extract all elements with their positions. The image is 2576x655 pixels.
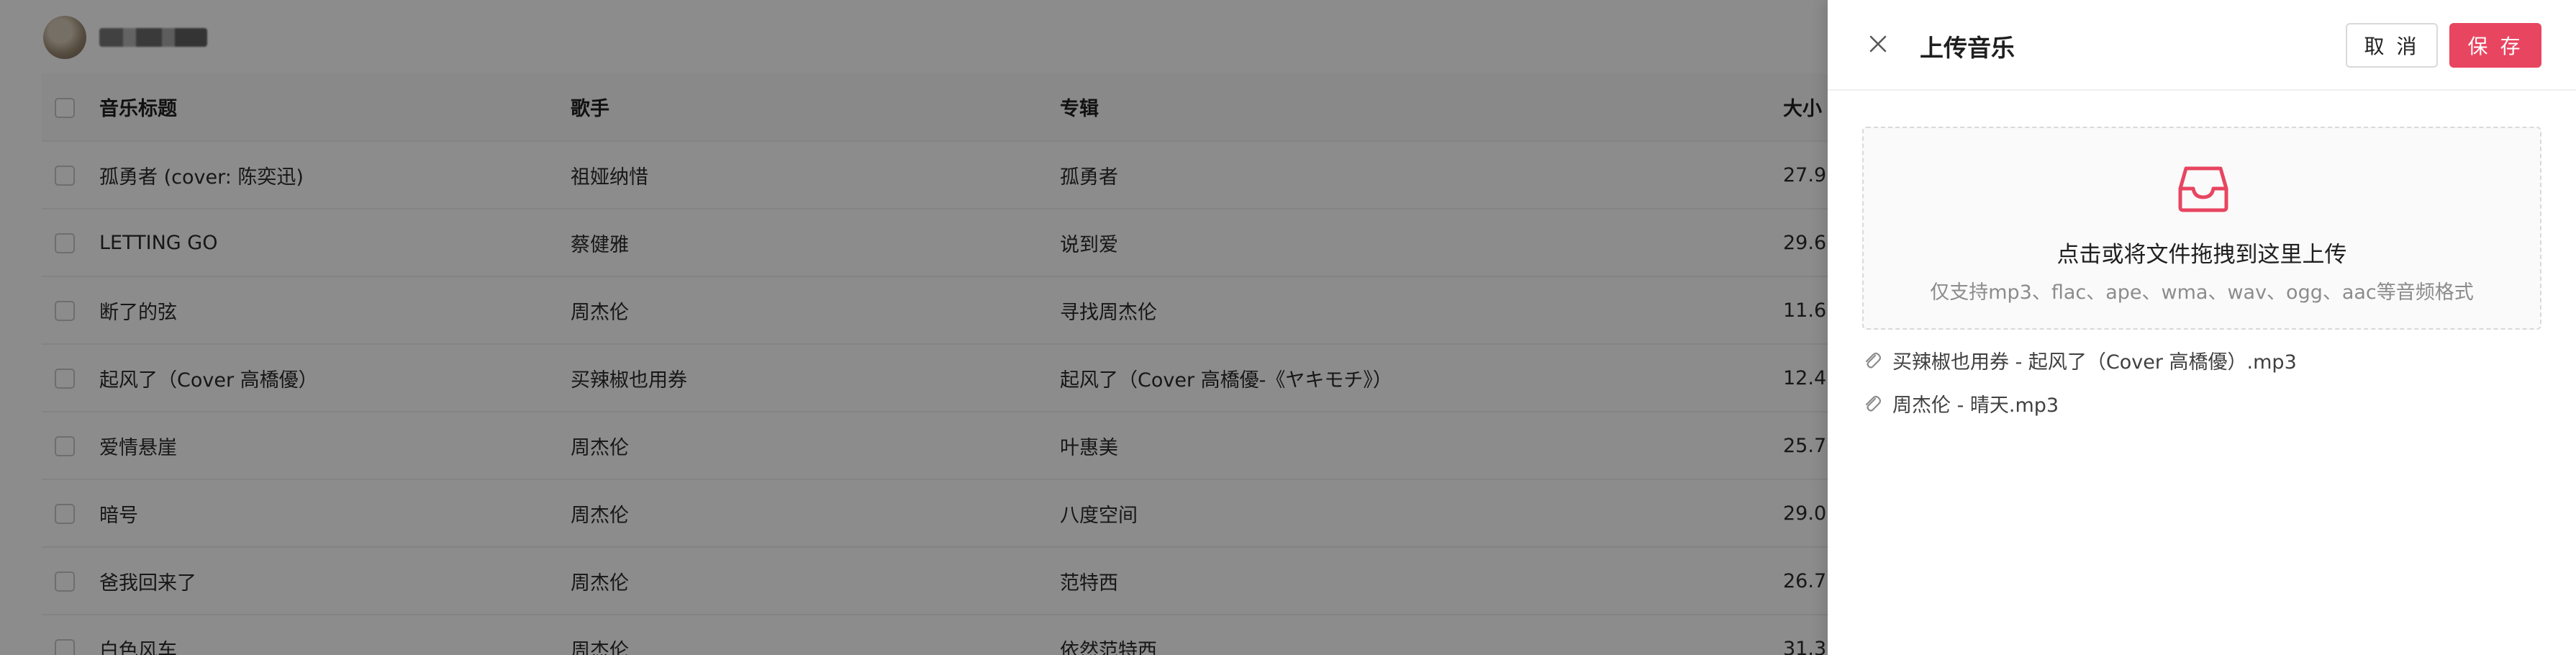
dropzone-hint-text: 仅支持mp3、flac、ape、wma、wav、ogg、aac等音频格式 xyxy=(1930,281,2474,304)
list-item[interactable]: 周杰伦 - 晴天.mp3 xyxy=(1862,381,2541,425)
file-name: 周杰伦 - 晴天.mp3 xyxy=(1892,394,2059,417)
file-name: 买辣椒也用券 - 起风了（Cover 高橋優）.mp3 xyxy=(1892,351,2297,374)
paperclip-icon xyxy=(1865,395,1881,412)
close-icon xyxy=(1869,35,1887,53)
list-item[interactable]: 买辣椒也用券 - 起风了（Cover 高橋優）.mp3 xyxy=(1862,338,2541,381)
close-button[interactable] xyxy=(1865,31,1891,57)
save-button[interactable]: 保 存 xyxy=(2449,23,2541,68)
upload-drawer: 上传音乐 取 消 保 存 点击或将文件拖拽到这里上传 仅支持mp3、flac、a… xyxy=(1828,0,2576,655)
uploaded-file-list: 买辣椒也用券 - 起风了（Cover 高橋優）.mp3 周杰伦 - 晴天.mp3 xyxy=(1862,338,2541,425)
cancel-button[interactable]: 取 消 xyxy=(2346,23,2438,68)
inbox-icon xyxy=(2178,166,2228,212)
drawer-header: 上传音乐 取 消 保 存 xyxy=(1828,0,2576,91)
upload-dropzone[interactable]: 点击或将文件拖拽到这里上传 仅支持mp3、flac、ape、wma、wav、og… xyxy=(1862,127,2541,330)
dropzone-main-text: 点击或将文件拖拽到这里上传 xyxy=(2056,242,2347,268)
drawer-title: 上传音乐 xyxy=(1920,34,2015,62)
paperclip-icon xyxy=(1865,352,1881,369)
